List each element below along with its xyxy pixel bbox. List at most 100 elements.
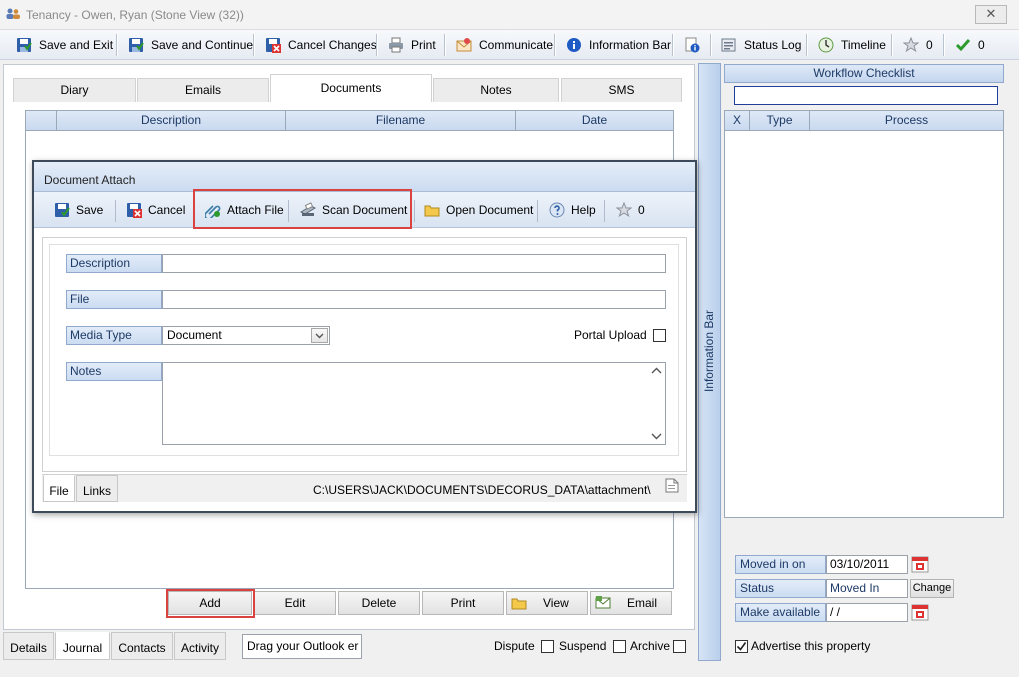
status-log-button[interactable]: Status Log (721, 34, 801, 56)
help-icon (549, 202, 565, 218)
calendar-icon[interactable] (911, 603, 929, 621)
tab-notes[interactable]: Notes (433, 78, 559, 102)
tab-details[interactable]: Details (3, 632, 54, 660)
cancel-save-icon (266, 38, 281, 53)
checkmark-icon (955, 39, 971, 52)
workflow-grid-header: X Type Process (725, 111, 1003, 131)
suspend-checkbox[interactable] (613, 640, 626, 653)
envelope-icon (456, 38, 472, 52)
column-date[interactable]: Date (516, 111, 673, 131)
notes-textarea[interactable] (162, 362, 666, 445)
information-bar-toggle[interactable]: Information Bar (698, 63, 721, 661)
print-button[interactable]: Print (388, 34, 436, 56)
timeline-button[interactable]: Timeline (818, 34, 886, 56)
moved-in-on-field[interactable]: 03/10/2011 (826, 555, 908, 574)
make-available-label: Make available (735, 603, 826, 622)
dialog-star-button[interactable]: 0 (616, 200, 645, 220)
scan-document-button[interactable]: Scan Document (300, 200, 407, 220)
communicate-button[interactable]: Communicate (456, 34, 553, 56)
save-and-exit-button[interactable]: Save and Exit (16, 34, 113, 56)
status-log-icon (721, 38, 736, 52)
cancel-changes-button[interactable]: Cancel Changes (265, 34, 377, 56)
column-process[interactable]: Process (810, 111, 1003, 131)
dialog-save-button[interactable]: Save (54, 200, 103, 220)
information-bar-button[interactable]: Information Bar (566, 34, 671, 56)
tab-activity[interactable]: Activity (174, 632, 226, 660)
calendar-icon[interactable] (911, 555, 929, 573)
documents-grid-header: Description Filename Date (26, 111, 673, 131)
tab-links[interactable]: Links (76, 475, 118, 502)
advertise-checkbox[interactable] (735, 640, 748, 653)
status-field: Moved In (826, 579, 908, 598)
save-icon (129, 38, 144, 52)
email-attach-icon (595, 596, 611, 609)
attach-file-button[interactable]: Attach File (205, 200, 284, 220)
info-icon (567, 38, 581, 52)
dialog-toolbar: Save Cancel Attach File Scan Document Op… (34, 189, 695, 229)
scroll-down-icon[interactable] (651, 432, 662, 440)
window-titlebar: Tenancy - Owen, Ryan (Stone View (32)) ✕ (0, 0, 1019, 30)
scroll-up-icon[interactable] (651, 367, 662, 375)
tab-file[interactable]: File (43, 475, 75, 502)
save-icon (17, 38, 32, 52)
tab-diary[interactable]: Diary (13, 78, 136, 102)
status-label: Status (735, 579, 826, 598)
archive-checkbox[interactable] (673, 640, 686, 653)
main-toolbar: Save and Exit Save and Continue Cancel C… (0, 30, 1019, 60)
document-icon[interactable] (665, 478, 679, 493)
delete-button[interactable]: Delete (338, 591, 420, 615)
edit-button[interactable]: Edit (254, 591, 336, 615)
tab-sms[interactable]: SMS (561, 78, 682, 102)
email-button[interactable]: Email (590, 591, 672, 615)
tasks-check-button[interactable]: 0 (955, 34, 985, 56)
description-input[interactable] (162, 254, 666, 273)
make-available-field[interactable]: / / (826, 603, 908, 622)
media-type-label: Media Type (66, 326, 162, 345)
media-type-select[interactable]: Document (162, 326, 330, 345)
column-filename[interactable]: Filename (286, 111, 516, 131)
tab-contacts[interactable]: Contacts (111, 632, 173, 660)
save-and-continue-button[interactable]: Save and Continue (128, 34, 253, 56)
close-window-button[interactable]: ✕ (975, 5, 1007, 24)
workflow-grid[interactable]: X Type Process (724, 110, 1004, 518)
column-type[interactable]: Type (750, 111, 810, 131)
window-title: Tenancy - Owen, Ryan (Stone View (32)) (26, 8, 244, 22)
archive-label: Archive (630, 639, 671, 653)
add-button[interactable]: Add (168, 591, 252, 615)
chevron-down-icon[interactable] (311, 328, 328, 343)
dialog-file-panel: Description File Media Type Document Por… (42, 237, 687, 472)
change-status-button[interactable]: Change (910, 579, 954, 598)
tab-documents[interactable]: Documents (270, 74, 432, 102)
notes-scrollbar[interactable] (648, 363, 665, 444)
column-description[interactable]: Description (57, 111, 286, 131)
attachment-path: C:\USERS\JACK\DOCUMENTS\DECORUS_DATA\att… (313, 483, 651, 497)
file-input[interactable] (162, 290, 666, 309)
tab-journal[interactable]: Journal (55, 632, 110, 660)
close-icon: ✕ (985, 6, 997, 21)
workflow-checklist-title: Workflow Checklist (724, 64, 1004, 83)
description-label: Description (66, 254, 162, 273)
tab-emails[interactable]: Emails (137, 78, 269, 102)
portal-upload-label: Portal Upload (574, 328, 647, 342)
clock-icon (818, 37, 834, 53)
column-x[interactable]: X (725, 111, 750, 131)
star-rating-button[interactable]: 0 (903, 34, 933, 56)
view-button[interactable]: View (506, 591, 588, 615)
suspend-label: Suspend (559, 639, 607, 653)
workflow-search-input[interactable] (734, 86, 998, 105)
portal-upload-checkbox[interactable] (653, 329, 666, 342)
outlook-drop-zone[interactable]: Drag your Outlook er (242, 634, 362, 659)
row-selector-header (26, 111, 57, 131)
file-label: File (66, 290, 162, 309)
dialog-form: Description File Media Type Document Por… (49, 244, 679, 456)
open-document-button[interactable]: Open Document (424, 200, 533, 220)
dialog-cancel-button[interactable]: Cancel (126, 200, 185, 220)
print-document-button[interactable]: Print (422, 591, 504, 615)
help-button[interactable]: Help (549, 200, 596, 220)
info-extra-button[interactable] (684, 34, 707, 56)
dispute-checkbox[interactable] (541, 640, 554, 653)
star-icon (616, 202, 632, 218)
notes-label: Notes (66, 362, 162, 381)
folder-icon (511, 598, 527, 610)
folder-open-icon (424, 205, 440, 217)
